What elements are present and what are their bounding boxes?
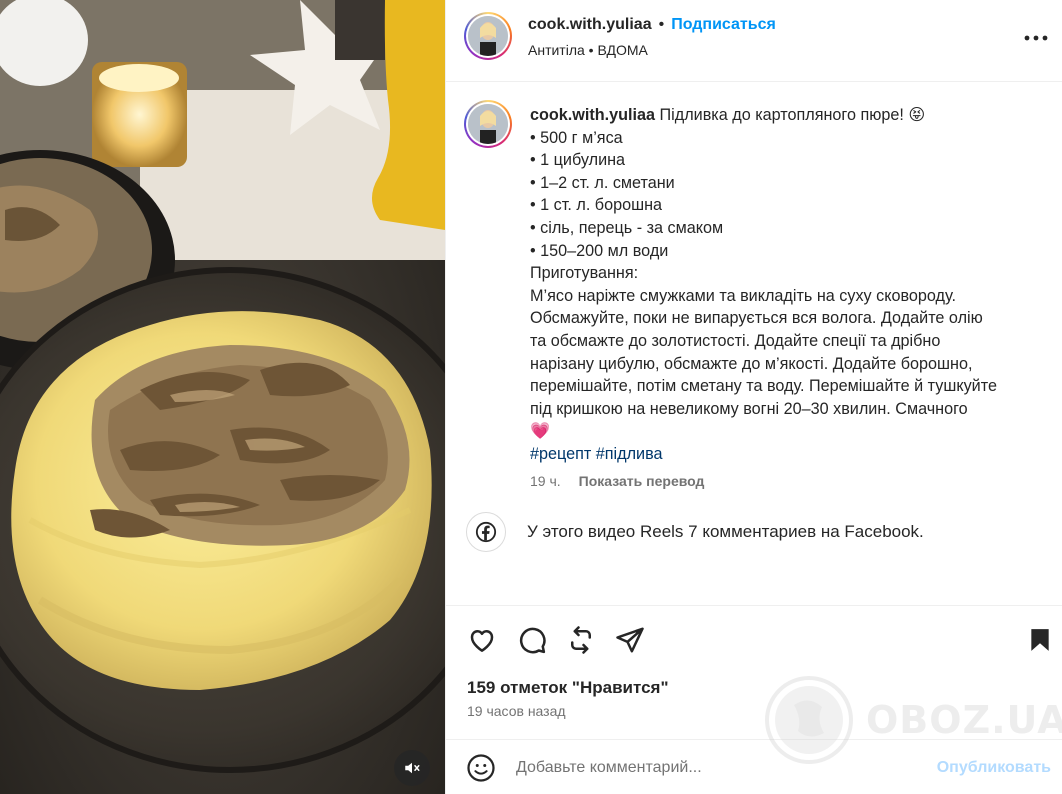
publish-button[interactable]: Опубликовать	[937, 759, 1051, 777]
heart-icon	[470, 630, 494, 652]
audio-subtitle[interactable]: Антитіла • ВДОМА	[528, 42, 648, 58]
caption-line: • 1 ст. л. борошна	[530, 196, 663, 215]
caption-line: • 1 цибулина	[530, 151, 626, 170]
likes-count[interactable]: 159 отметок "Нравится"	[467, 678, 669, 698]
repost-icon	[571, 626, 591, 654]
comment-bar: Опубликовать	[446, 739, 1062, 794]
post-panel: cook.with.yuliaa • Подписаться Антитіла …	[445, 0, 1062, 794]
mute-button[interactable]	[394, 750, 430, 786]
save-button[interactable]	[1024, 624, 1056, 656]
avatar-photo	[468, 104, 508, 144]
caption-line: нарізану цибулю, обсмажте до м’якості. Д…	[530, 354, 973, 373]
follow-button[interactable]: Подписаться	[671, 16, 776, 34]
post-media[interactable]	[0, 0, 445, 794]
caption-username[interactable]: cook.with.yuliaa	[530, 106, 655, 124]
post-date[interactable]: 19 часов назад	[467, 703, 566, 719]
emoji-button[interactable]	[466, 753, 496, 783]
more-options-button[interactable]	[1023, 26, 1049, 50]
repost-button[interactable]	[565, 624, 597, 656]
caption-line: • 500 г м’яса	[530, 128, 623, 147]
caption-line: перемішайте, потім сметану та воду. Пере…	[530, 377, 997, 396]
caption-line: та обсмажте до золотистості. Додайте спе…	[530, 331, 941, 350]
facebook-comments-row[interactable]: У этого видео Reels 7 комментариев на Fa…	[466, 512, 924, 552]
caption-line: Приготування:	[530, 264, 639, 283]
caption-line: • 150–200 мл води	[530, 241, 669, 260]
facebook-comments-text: У этого видео Reels 7 комментариев на Fa…	[527, 522, 924, 541]
action-bar: 159 отметок "Нравится" 19 часов назад Оп…	[446, 605, 1062, 794]
like-button[interactable]	[466, 624, 498, 656]
food-photo	[0, 0, 445, 794]
post-header: cook.with.yuliaa • Подписаться Антитіла …	[446, 0, 1062, 82]
caption-line: • сіль, перець - за смаком	[530, 218, 724, 237]
caption-title: Підливка до картопляного пюре! 😝	[659, 106, 926, 124]
facebook-icon	[466, 512, 506, 552]
share-icon	[616, 627, 644, 653]
speaker-muted-icon	[405, 762, 420, 774]
bookmark-icon	[1031, 629, 1049, 651]
caption-line: Обсмажуйте, поки не випарується вся воло…	[530, 309, 983, 328]
comment-button[interactable]	[516, 624, 548, 656]
caption-avatar[interactable]	[464, 100, 512, 148]
emoji-icon	[467, 754, 495, 782]
hashtag-link[interactable]: #рецепт	[530, 445, 591, 463]
translate-button[interactable]: Показать перевод	[579, 473, 705, 489]
comment-input[interactable]	[516, 755, 916, 781]
comment-icon	[519, 627, 546, 654]
avatar[interactable]	[464, 12, 512, 60]
header-username[interactable]: cook.with.yuliaa	[528, 16, 652, 34]
caption-line: 💗	[530, 422, 551, 441]
separator-dot: •	[658, 16, 665, 33]
caption-line: • 1–2 ст. л. сметани	[530, 173, 675, 192]
caption-line: під кришкою на невеликому вогні 20–30 хв…	[530, 399, 968, 418]
hashtag-link[interactable]: #підлива	[596, 445, 663, 463]
share-button[interactable]	[614, 624, 646, 656]
post-caption: cook.with.yuliaa Підливка до картопляног…	[530, 104, 1050, 466]
post-time[interactable]: 19 ч.	[530, 473, 561, 489]
avatar-photo	[468, 16, 508, 56]
more-horizontal-icon	[1024, 35, 1048, 41]
caption-line: М’ясо наріжте смужками та викладіть на с…	[530, 286, 956, 305]
